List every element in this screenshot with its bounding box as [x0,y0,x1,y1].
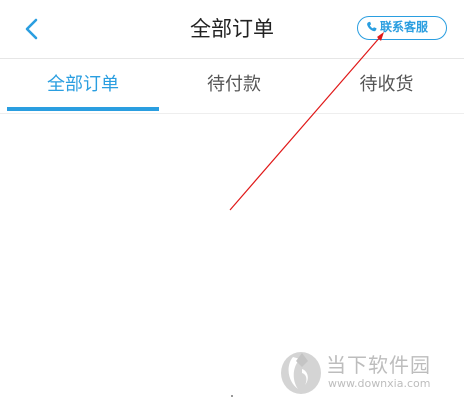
downxia-logo-icon [281,352,321,394]
watermark-url: www.downxia.com [328,377,431,390]
watermark: 当下软件园 www.downxia.com [278,347,464,403]
page-dot [231,395,233,397]
watermark-name: 当下软件园 [326,353,431,377]
